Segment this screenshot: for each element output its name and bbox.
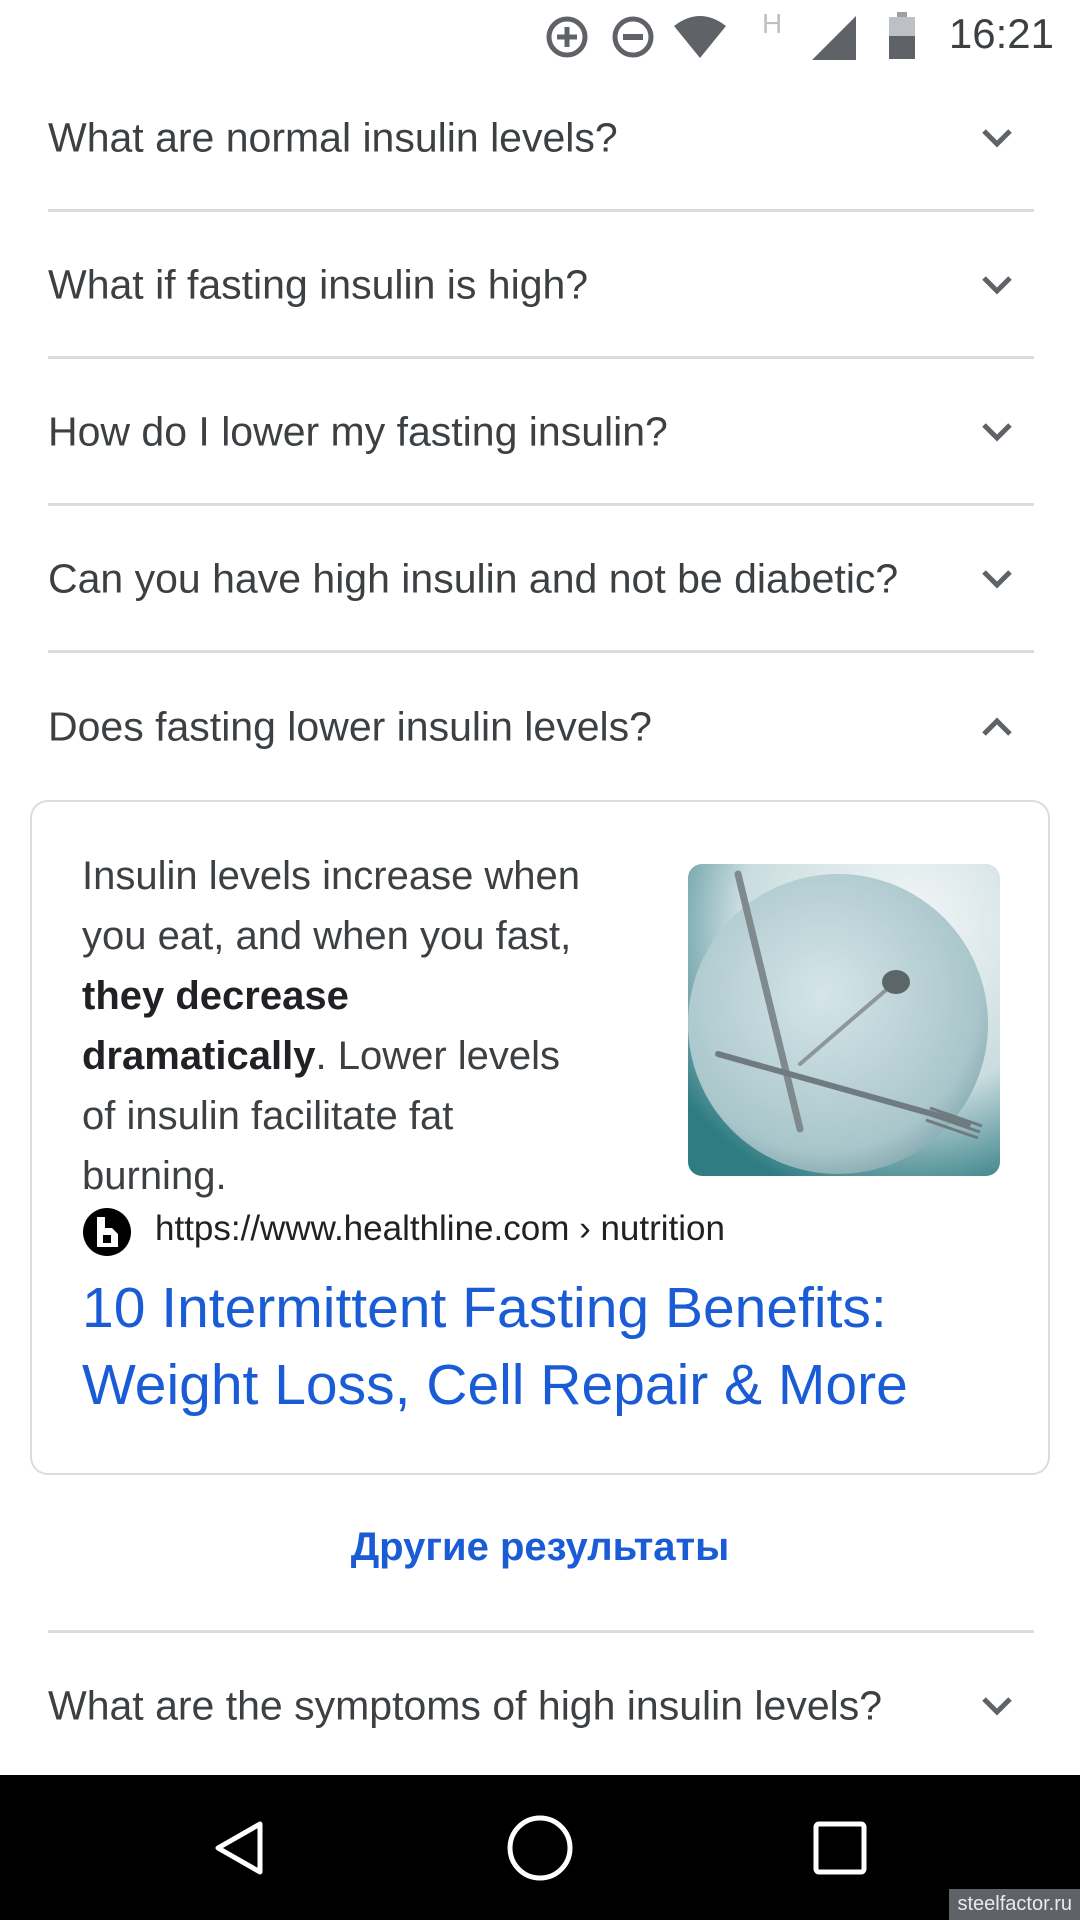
faq-question: What are the symptoms of high insulin le… <box>48 1682 883 1728</box>
healthline-favicon-icon <box>83 1208 131 1256</box>
chevron-down-icon <box>982 569 1012 589</box>
network-type-badge: H <box>762 8 783 39</box>
chevron-up-icon <box>982 717 1012 736</box>
faq-item[interactable]: Can you have high insulin and not be dia… <box>48 507 1034 653</box>
chevron-down-icon <box>982 128 1012 148</box>
chevron-down-icon <box>982 1696 1012 1716</box>
faq-item[interactable]: What are the symptoms of high insulin le… <box>48 1630 1034 1778</box>
battery-icon <box>889 12 915 59</box>
recents-square-icon <box>813 1821 867 1874</box>
answer-text-bold: they decrease dramatically <box>82 974 349 1078</box>
result-source[interactable]: https://www.healthline.com › nutrition <box>82 1207 982 1257</box>
chevron-down-icon <box>982 422 1012 442</box>
faq-question: What if fasting insulin is high? <box>48 261 589 307</box>
plate-with-cutlery-image <box>688 864 1000 1176</box>
faq-question: Can you have high insulin and not be dia… <box>48 555 899 601</box>
data-saver-icon <box>546 16 588 58</box>
faq-item[interactable]: How do I lower my fasting insulin? <box>48 360 1034 506</box>
faq-item[interactable]: What are normal insulin levels? <box>48 66 1034 212</box>
chevron-down-icon <box>982 275 1012 295</box>
faq-question: How do I lower my fasting insulin? <box>48 408 668 454</box>
recents-button[interactable] <box>780 1775 900 1920</box>
home-button[interactable] <box>480 1775 600 1920</box>
faq-item-expanded[interactable]: Does fasting lower insulin levels? <box>48 654 1034 800</box>
more-results-link[interactable]: Другие результаты <box>0 1525 1080 1570</box>
status-bar: H 16:21 <box>0 0 1080 76</box>
result-title-link[interactable]: 10 Intermittent Fasting Benefits: Weight… <box>82 1270 982 1424</box>
watermark: steelfactor.ru <box>949 1889 1080 1920</box>
answer-snippet: Insulin levels increase when you eat, an… <box>82 846 602 1206</box>
cell-signal-icon <box>812 16 856 60</box>
answer-thumbnail[interactable] <box>688 864 1000 1176</box>
source-url: https://www.healthline.com › nutrition <box>155 1209 725 1248</box>
status-time: 16:21 <box>948 10 1054 57</box>
faq-question: Does fasting lower insulin levels? <box>48 703 652 750</box>
answer-card: Insulin levels increase when you eat, an… <box>30 800 1050 1475</box>
faq-question: What are normal insulin levels? <box>48 114 618 160</box>
home-circle-icon <box>507 1815 573 1880</box>
wifi-icon <box>674 16 726 58</box>
back-button[interactable] <box>180 1775 300 1920</box>
system-nav-bar: steelfactor.ru <box>0 1775 1080 1920</box>
back-triangle-icon <box>215 1821 263 1874</box>
answer-text-start: Insulin levels increase when you eat, an… <box>82 854 581 958</box>
faq-item[interactable]: What if fasting insulin is high? <box>48 213 1034 359</box>
do-not-disturb-icon <box>612 16 654 58</box>
